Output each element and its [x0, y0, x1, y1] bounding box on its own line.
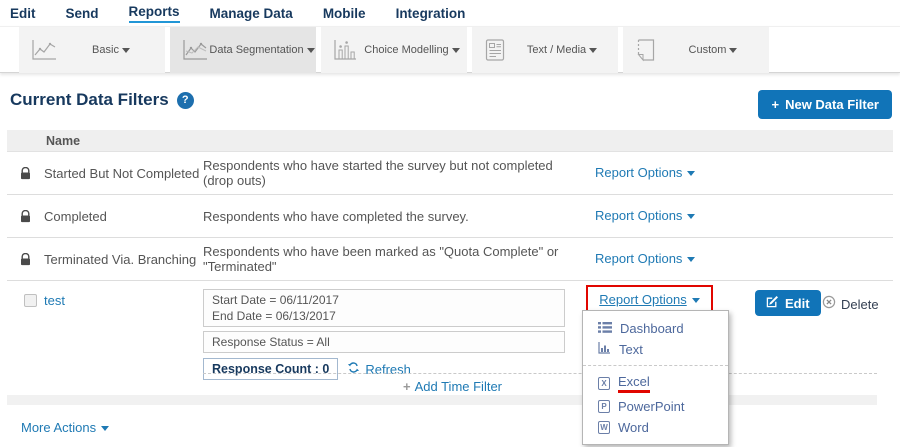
filter-description: Respondents who have been marked as "Quo…	[203, 244, 595, 274]
report-options-menu: Dashboard Text X Excel P PowerPoint W Wo…	[582, 310, 729, 445]
lock-icon	[7, 253, 44, 266]
tab-basic[interactable]: Basic	[19, 27, 165, 73]
dashboard-icon	[598, 321, 612, 336]
nav-item-manage-data[interactable]: Manage Data	[210, 6, 293, 23]
chevron-down-icon	[687, 257, 695, 262]
tab-label: Basic	[57, 44, 165, 56]
menu-item-text[interactable]: Text	[583, 339, 728, 360]
page-root: Edit Send Reports Manage Data Mobile Int…	[0, 0, 900, 447]
edit-button[interactable]: Edit	[755, 290, 821, 316]
lock-icon	[7, 210, 44, 223]
nav-item-reports[interactable]: Reports	[129, 4, 180, 23]
delete-button[interactable]: Delete	[822, 295, 879, 314]
more-actions-link[interactable]: More Actions	[21, 420, 109, 435]
filter-name: Terminated Via. Branching	[44, 252, 203, 267]
date-filter-box: Start Date = 06/11/2017 End Date = 06/13…	[203, 289, 565, 327]
more-actions: More Actions	[21, 419, 900, 437]
chevron-down-icon	[122, 48, 130, 53]
chevron-down-icon	[307, 48, 315, 53]
tab-custom[interactable]: Custom	[623, 27, 769, 73]
table-row: Started But Not Completed Respondents wh…	[7, 152, 893, 195]
chevron-down-icon	[687, 214, 695, 219]
menu-item-word[interactable]: W Word	[583, 417, 728, 438]
tab-label: Choice Modelling	[357, 44, 467, 56]
nav-item-mobile[interactable]: Mobile	[323, 6, 366, 23]
chevron-down-icon	[729, 48, 737, 53]
report-options-link[interactable]: Report Options	[595, 251, 695, 266]
chevron-down-icon	[687, 171, 695, 176]
tab-label: Text / Media	[506, 44, 618, 56]
add-time-filter-link[interactable]: +Add Time Filter	[403, 379, 502, 394]
circle-x-icon	[822, 295, 836, 314]
plus-icon	[771, 97, 779, 112]
tab-data-segmentation[interactable]: Data Segmentation	[170, 27, 316, 73]
newspaper-icon	[484, 38, 506, 62]
table-row-test: test Start Date = 06/11/2017 End Date = …	[7, 281, 893, 405]
new-data-filter-button[interactable]: New Data Filter	[758, 90, 892, 119]
chevron-down-icon	[452, 48, 460, 53]
plus-icon: +	[403, 379, 411, 394]
menu-item-powerpoint[interactable]: P PowerPoint	[583, 396, 728, 417]
report-options-link[interactable]: Report Options	[595, 165, 695, 180]
nav-item-edit[interactable]: Edit	[10, 6, 36, 23]
add-time-filter-row: +Add Time Filter	[203, 373, 877, 394]
lock-icon	[7, 167, 44, 180]
filter-name: Completed	[44, 209, 203, 224]
filter-description: Respondents who have started the survey …	[203, 158, 595, 188]
word-file-icon: W	[598, 421, 610, 434]
page-header: Current Data Filters ? New Data Filter	[10, 90, 892, 120]
filter-description: Respondents who have completed the surve…	[203, 209, 595, 224]
chevron-down-icon	[692, 298, 700, 303]
chevron-down-icon	[589, 48, 597, 53]
nav-item-send[interactable]: Send	[66, 6, 99, 23]
table-row: Completed Respondents who have completed…	[7, 195, 893, 238]
filter-name: Started But Not Completed	[44, 166, 203, 181]
report-type-tabs: Basic Data Segmentation Choice Modelling…	[0, 26, 900, 73]
filter-name-link[interactable]: test	[44, 293, 65, 308]
bar-chart-icon	[333, 39, 357, 61]
help-icon[interactable]: ?	[177, 92, 194, 109]
powerpoint-file-icon: P	[598, 400, 610, 413]
table-header: Name	[7, 130, 893, 152]
data-filters-table: Name Started But Not Completed Responden…	[7, 130, 893, 405]
custom-report-icon	[635, 38, 657, 62]
response-status-box: Response Status = All	[203, 331, 565, 353]
menu-separator	[583, 365, 728, 366]
menu-item-dashboard[interactable]: Dashboard	[583, 318, 728, 339]
bar-chart-icon	[598, 342, 611, 357]
line-chart-icon	[31, 39, 57, 61]
report-options-link[interactable]: Report Options	[595, 208, 695, 223]
tab-choice-modelling[interactable]: Choice Modelling	[321, 27, 467, 73]
report-options-annotation: Report Options	[586, 285, 713, 313]
menu-item-excel[interactable]: X Excel	[583, 371, 728, 396]
page-title: Current Data Filters	[10, 90, 169, 110]
tab-label: Data Segmentation	[208, 44, 316, 56]
tab-text-media[interactable]: Text / Media	[472, 27, 618, 73]
line-chart-icon	[182, 39, 208, 61]
table-row: Terminated Via. Branching Respondents wh…	[7, 238, 893, 281]
chevron-down-icon	[101, 426, 109, 431]
report-options-link[interactable]: Report Options	[599, 292, 699, 307]
excel-file-icon: X	[598, 377, 610, 390]
row-checkbox[interactable]	[24, 294, 37, 307]
tab-label: Custom	[657, 44, 769, 56]
filter-details: Start Date = 06/11/2017 End Date = 06/13…	[203, 289, 565, 380]
table-footer-strip	[7, 395, 877, 405]
top-nav: Edit Send Reports Manage Data Mobile Int…	[0, 0, 900, 26]
name-column-header: Name	[46, 134, 80, 148]
nav-item-integration[interactable]: Integration	[396, 6, 466, 23]
pencil-icon	[766, 295, 779, 311]
